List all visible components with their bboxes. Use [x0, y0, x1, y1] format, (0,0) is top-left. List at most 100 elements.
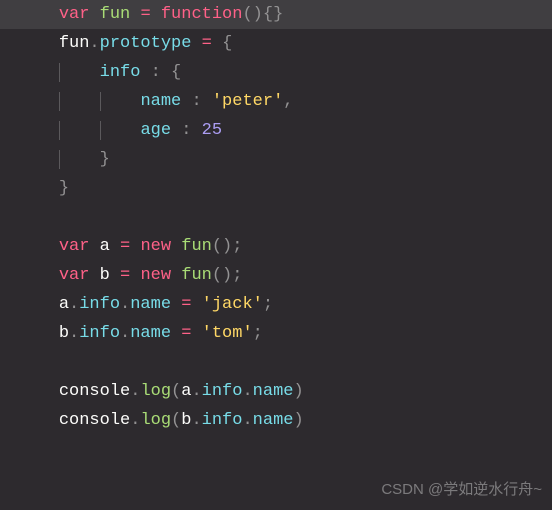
token-pn: ) [293, 411, 303, 430]
code-line [18, 348, 552, 377]
token-dot: . [69, 324, 79, 343]
token-prop: info [79, 324, 120, 343]
token-dot: . [69, 295, 79, 314]
token-pn: } [100, 150, 110, 169]
token-dot: . [130, 411, 140, 430]
token-def [140, 63, 150, 82]
token-str: 'jack' [202, 295, 263, 314]
token-prop: info [79, 295, 120, 314]
token-op: = [140, 5, 150, 24]
token-dot: . [191, 411, 201, 430]
token-id: b [100, 266, 110, 285]
token-def [191, 295, 201, 314]
code-line: var a = new fun(); [18, 232, 552, 261]
token-dot: . [89, 34, 99, 53]
token-kw: var [59, 5, 90, 24]
code-editor: var fun = function(){} fun.prototype = {… [0, 0, 552, 435]
token-def [151, 5, 161, 24]
token-prop: name [130, 324, 171, 343]
token-id: b [181, 411, 191, 430]
token-def [171, 266, 181, 285]
token-op: = [181, 295, 191, 314]
token-pn: { [171, 63, 181, 82]
token-id: a [181, 382, 191, 401]
code-line: b.info.name = 'tom'; [18, 319, 552, 348]
token-def [89, 266, 99, 285]
code-line: a.info.name = 'jack'; [18, 290, 552, 319]
token-pn: } [59, 179, 69, 198]
code-line: var b = new fun(); [18, 261, 552, 290]
code-line: console.log(a.info.name) [18, 377, 552, 406]
token-prop: age [140, 121, 171, 140]
token-def [191, 121, 201, 140]
code-line: fun.prototype = { [18, 29, 552, 58]
token-num: 25 [202, 121, 222, 140]
token-def [171, 237, 181, 256]
token-kw: var [59, 237, 90, 256]
token-dot: . [242, 382, 252, 401]
token-pn: ; [263, 295, 273, 314]
token-id: console [59, 382, 130, 401]
token-pn: : [191, 92, 201, 111]
token-def [202, 92, 212, 111]
token-def [130, 5, 140, 24]
token-def [110, 237, 120, 256]
token-def [171, 324, 181, 343]
token-dot: . [191, 382, 201, 401]
token-pn: ( [171, 411, 181, 430]
token-pn: (){} [242, 5, 283, 24]
token-dot: . [120, 295, 130, 314]
token-op: = [181, 324, 191, 343]
token-op: new [140, 237, 171, 256]
token-def [171, 295, 181, 314]
code-line: name : 'peter', [18, 87, 552, 116]
token-id: console [59, 411, 130, 430]
token-fn: fun [181, 237, 212, 256]
token-id: a [100, 237, 110, 256]
token-pn: (); [212, 237, 243, 256]
code-line [18, 203, 552, 232]
token-fn: log [140, 382, 171, 401]
token-kw: function [161, 5, 243, 24]
token-prop: info [100, 63, 141, 82]
token-dot: . [130, 382, 140, 401]
code-line: } [18, 174, 552, 203]
token-def [171, 121, 181, 140]
token-pn: ) [293, 382, 303, 401]
token-id: a [59, 295, 69, 314]
token-pn: ; [253, 324, 263, 343]
token-pn: : [181, 121, 191, 140]
token-str: 'tom' [202, 324, 253, 343]
token-def [181, 92, 191, 111]
token-def [89, 237, 99, 256]
token-prop: name [253, 411, 294, 430]
token-prop: prototype [100, 34, 192, 53]
token-prop: info [202, 382, 243, 401]
token-op: = [202, 34, 212, 53]
token-id: fun [59, 34, 90, 53]
code-line: } [18, 145, 552, 174]
token-pn: : [151, 63, 161, 82]
token-def [110, 266, 120, 285]
token-kw: var [59, 266, 90, 285]
token-def [130, 237, 140, 256]
watermark: CSDN @学如逆水行舟~ [381, 475, 542, 504]
token-prop: name [253, 382, 294, 401]
token-def [191, 324, 201, 343]
token-dot: . [120, 324, 130, 343]
token-fn: fun [181, 266, 212, 285]
code-line: age : 25 [18, 116, 552, 145]
token-fn: log [140, 411, 171, 430]
token-str: 'peter' [212, 92, 283, 111]
token-pn: { [222, 34, 232, 53]
token-prop: info [202, 411, 243, 430]
token-pn: (); [212, 266, 243, 285]
token-prop: name [130, 295, 171, 314]
token-fn: fun [100, 5, 131, 24]
token-op: = [120, 237, 130, 256]
token-def [89, 5, 99, 24]
token-op: = [120, 266, 130, 285]
token-pn: , [283, 92, 293, 111]
code-line: console.log(b.info.name) [18, 406, 552, 435]
token-def [212, 34, 222, 53]
